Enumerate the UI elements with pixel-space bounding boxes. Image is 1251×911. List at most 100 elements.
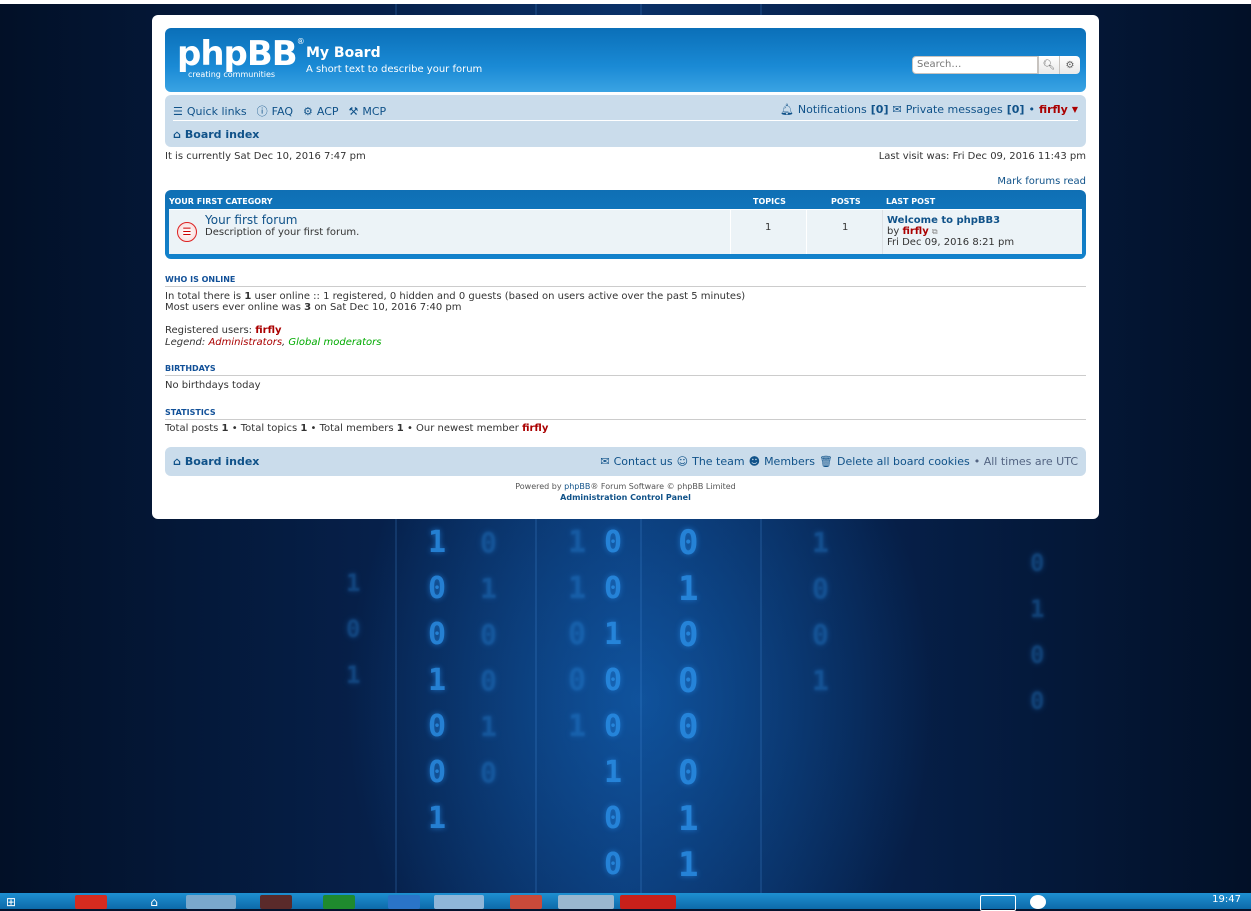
view-latest-post-icon[interactable]: ⧉ [932,227,938,236]
acp-link[interactable]: ACP [317,105,339,118]
breadcrumb-board-index[interactable]: Board index [185,128,260,141]
online-user-link[interactable]: firfly [255,325,281,336]
private-messages-link[interactable]: Private messages [906,103,1003,116]
bell-icon: 🔔︎ [779,103,794,116]
logo-tagline: creating communities [188,70,276,79]
col-posts-header: POSTS [831,197,861,206]
online-total-line: In total there is 1 user online :: 1 reg… [165,291,746,302]
forum-description: Description of your first forum. [205,227,360,238]
the-team-link[interactable]: The team [692,455,745,468]
footer-navbar: ⌂ Board index ✉ Contact us ☺ The team ☻ … [165,447,1086,476]
home-icon: ⌂ [173,455,181,468]
file-explorer-icon[interactable] [186,895,236,909]
statistics-line: Total posts 1 • Total topics 1 • Total m… [165,423,549,434]
notifications-link[interactable]: Notifications [798,103,867,116]
acp-footer-link[interactable]: Administration Control Panel [152,492,1099,503]
legend-administrators-link[interactable]: Administrators [208,337,282,348]
home-icon: ⌂ [173,128,181,141]
col-last-post-header: LAST POST [886,197,936,206]
top-window-edge [0,0,1251,4]
caret-down-icon[interactable]: ▼ [1072,105,1078,114]
faq-icon: ⓘ [256,105,268,118]
contact-us-link[interactable]: Contact us [614,455,673,468]
app-icon-chrome[interactable] [510,895,542,909]
delete-cookies-link[interactable]: Delete all board cookies [837,455,970,468]
site-description: A short text to describe your forum [306,64,483,75]
online-record-line: Most users ever online was 3 on Sat Dec … [165,302,462,313]
legend-global-moderators-link[interactable]: Global moderators [288,337,381,348]
timezone-text: • All times are UTC [973,455,1078,468]
phpbb-logo[interactable]: phpBB® creating communities [177,34,305,79]
copyright: Powered by phpBB® Forum Software © phpBB… [152,481,1099,503]
footer-breadcrumb: ⌂ Board index [173,455,259,468]
navbar: ☰ Quick links ⓘ FAQ ⚙ ACP ⚒ MCP 🔔︎ Notif… [165,95,1086,147]
hamburger-icon[interactable]: ☰ [173,105,183,118]
quick-links-link[interactable]: Quick links [187,105,247,118]
internet-explorer-icon[interactable] [388,895,420,909]
forum-page: phpBB® creating communities My Board A s… [152,15,1099,519]
footer-links: ✉ Contact us ☺ The team ☻ Members 🗑︎ Del… [600,455,1078,468]
site-header: phpBB® creating communities My Board A s… [165,28,1086,92]
mcp-gavel-icon: ⚒ [348,104,359,118]
search-box: Search… 🔍︎ ⚙ [912,56,1080,74]
last-post-author-link[interactable]: firfly [902,226,928,237]
team-icon: ☺ [676,455,689,468]
last-post-time: Fri Dec 09, 2016 8:21 pm [887,237,1015,248]
who-is-online-heading[interactable]: WHO IS ONLINE [165,275,1086,287]
breadcrumb: ⌂ Board index [173,128,259,141]
search-icon[interactable]: 🔍︎ [1038,56,1059,74]
app-icon-green[interactable] [323,895,355,909]
members-link[interactable]: Members [764,455,815,468]
acp-gear-icon: ⚙ [302,104,313,118]
nav-links: ☰ Quick links ⓘ FAQ ⚙ ACP ⚒ MCP [173,103,386,119]
username-menu[interactable]: firfly [1039,103,1068,116]
forum-name-link[interactable]: Your first forum [205,213,298,227]
logo-text: phpBB [177,34,298,74]
advanced-search-gear-icon[interactable]: ⚙ [1059,56,1080,74]
windows-taskbar: ⊞ ⌂ 19:47 [0,893,1251,911]
filezilla-icon[interactable] [620,895,676,909]
category-title[interactable]: YOUR FIRST CATEGORY [169,197,273,206]
taskbar-clock[interactable]: 19:47 [1212,894,1241,905]
forum-row: ☰ Your first forum Description of your f… [169,209,1082,254]
app-icon-red[interactable] [75,895,107,909]
mark-forums-read-link[interactable]: Mark forums read [997,176,1086,187]
nav-divider [173,120,1078,121]
registered-users-line: Registered users: firfly [165,325,282,336]
app-icon-dark[interactable] [260,895,292,909]
app-icon-window[interactable] [558,895,614,909]
separator-bullet: • [1028,103,1035,116]
current-time: It is currently Sat Dec 10, 2016 7:47 pm [165,151,366,162]
user-links: 🔔︎ Notifications [0] ✉ Private messages … [780,103,1078,116]
birthdays-heading: BIRTHDAYS [165,364,1086,376]
home-app-icon[interactable]: ⌂ [140,895,168,909]
statistics-heading: STATISTICS [165,408,1086,420]
footer-board-index-link[interactable]: Board index [185,455,260,468]
private-messages-count: [0] [1006,103,1025,116]
firefox-icon[interactable] [434,895,484,909]
envelope-icon: ✉ [600,455,610,468]
search-input[interactable]: Search… [912,56,1038,74]
members-icon: ☻ [748,455,761,468]
col-topics-header: TOPICS [753,197,786,206]
mcp-link[interactable]: MCP [362,105,386,118]
envelope-icon: ✉ [892,103,902,116]
tray-network-icon[interactable] [1030,895,1046,909]
birthdays-text: No birthdays today [165,380,261,391]
last-post-title-link[interactable]: Welcome to phpBB3 [887,215,1014,226]
newest-member-link[interactable]: firfly [522,423,548,434]
trash-icon: 🗑︎ [819,455,834,468]
site-title[interactable]: My Board [306,45,381,61]
category-box: YOUR FIRST CATEGORY TOPICS POSTS LAST PO… [165,190,1086,259]
last-post-info: Welcome to phpBB3 by firfly ⧉ Fri Dec 09… [887,215,1014,248]
phpbb-link[interactable]: phpBB [564,482,590,491]
topics-count: 1 [765,222,772,233]
faq-link[interactable]: FAQ [272,105,293,118]
notifications-count: [0] [870,103,889,116]
legend-line: Legend: Administrators, Global moderator… [165,337,382,348]
windows-start-icon[interactable]: ⊞ [6,895,32,909]
posts-count: 1 [842,222,849,233]
last-post-by: by [887,226,900,237]
forum-unread-icon: ☰ [177,222,197,242]
last-visit: Last visit was: Fri Dec 09, 2016 11:43 p… [878,151,1086,162]
